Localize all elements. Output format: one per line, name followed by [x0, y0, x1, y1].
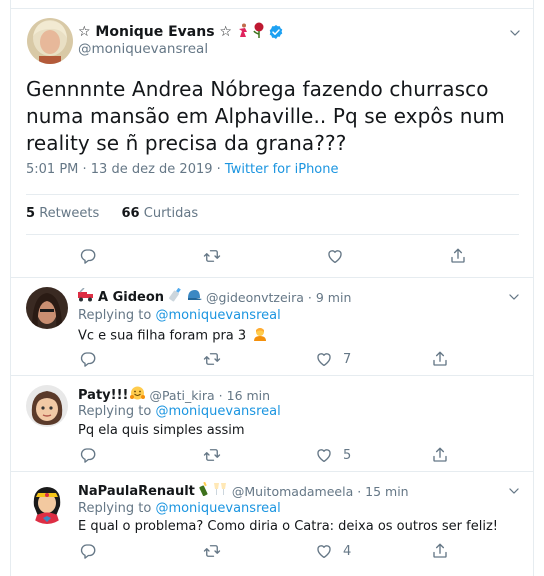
share-icon: [431, 542, 449, 560]
replying-label: Replying to: [78, 308, 152, 323]
retweets-stat[interactable]: 5 Retweets: [26, 206, 99, 221]
author-name-row: ☆ Monique Evans ☆: [78, 22, 284, 42]
reply-tweet: A Gideon @gideonvtzeira · 9 min Replying…: [11, 277, 533, 375]
reply-button[interactable]: [79, 350, 97, 368]
retweet-icon: [203, 350, 221, 368]
reply-button[interactable]: [79, 542, 97, 560]
truck-emoji-icon: [78, 287, 94, 306]
retweet-icon: [203, 247, 221, 265]
reply-text-content: Vc e sua filha foram pra 3: [78, 328, 247, 344]
like-count: 7: [343, 351, 352, 367]
author-name[interactable]: NaPaulaRenault: [78, 484, 195, 499]
share-button[interactable]: [431, 542, 449, 560]
replying-to: Replying to @moniquevansreal: [78, 501, 281, 516]
share-icon: [449, 247, 467, 265]
likes-stat[interactable]: 66 Curtidas: [122, 206, 199, 221]
reply-button[interactable]: [79, 247, 97, 265]
chevron-down-icon[interactable]: [507, 290, 521, 304]
share-button[interactable]: [431, 446, 449, 464]
retweets-label: Retweets: [39, 206, 100, 221]
author-handle[interactable]: @Muitomadameela · 15 min: [232, 484, 409, 499]
author-handle[interactable]: @gideonvtzeira · 9 min: [206, 290, 351, 305]
replying-label: Replying to: [78, 404, 152, 419]
like-icon: [315, 446, 333, 464]
avatar[interactable]: [27, 18, 73, 64]
verified-icon: [268, 24, 284, 40]
reply-icon: [79, 247, 97, 265]
reply-button[interactable]: [79, 446, 97, 464]
retweet-icon: [203, 542, 221, 560]
person-shrugging-emoji-icon: [253, 327, 267, 345]
replying-handle[interactable]: @moniquevansreal: [155, 501, 280, 516]
reply-text: Pq ela quis simples assim: [78, 423, 245, 438]
bottle-emoji-icon: [168, 287, 184, 306]
tweet-meta: 5:01 PM · 13 de dez de 2019 · Twitter fo…: [26, 162, 339, 177]
tweet-stats: 5 Retweets 66 Curtidas: [26, 206, 198, 221]
share-icon: [431, 446, 449, 464]
retweet-icon: [203, 446, 221, 464]
author-name-row: Paty!!! @Pati_kira · 16 min: [78, 386, 270, 404]
rose-emoji-icon: [253, 22, 265, 42]
tweet-timestamp[interactable]: 5:01 PM · 13 de dez de 2019 ·: [26, 162, 225, 177]
replying-handle[interactable]: @moniquevansreal: [155, 308, 280, 323]
retweet-button[interactable]: [203, 350, 221, 368]
dancer-emoji-icon: [236, 23, 250, 42]
reply-tweet: NaPaulaRenault @Muitomadameela · 15 min …: [11, 471, 533, 576]
reply-text: E qual o problema? Como diria o Catra: d…: [78, 519, 498, 534]
retweet-button[interactable]: [203, 247, 221, 265]
author-name[interactable]: A Gideon: [98, 290, 164, 305]
reply-icon: [79, 350, 97, 368]
replying-to: Replying to @moniquevansreal: [78, 308, 281, 323]
replying-to: Replying to @moniquevansreal: [78, 404, 281, 419]
author-handle[interactable]: @moniquevansreal: [78, 41, 208, 57]
like-button[interactable]: [326, 247, 344, 265]
chevron-down-icon[interactable]: [508, 26, 522, 40]
like-icon: [315, 542, 333, 560]
author-name[interactable]: ☆ Monique Evans ☆: [78, 24, 232, 40]
divider: [26, 234, 519, 235]
avatar[interactable]: [26, 482, 68, 524]
reply-tweet: Paty!!! @Pati_kira · 16 min Replying to …: [11, 375, 533, 471]
likes-label: Curtidas: [143, 206, 199, 221]
avatar[interactable]: [26, 385, 68, 427]
tweet-source[interactable]: Twitter for iPhone: [225, 162, 339, 177]
reply-icon: [79, 542, 97, 560]
like-count: 4: [343, 543, 352, 559]
retweets-count: 5: [26, 206, 36, 221]
replying-label: Replying to: [78, 501, 152, 516]
share-button[interactable]: [431, 350, 449, 368]
like-button[interactable]: 5: [315, 446, 351, 464]
reply-icon: [79, 446, 97, 464]
chevron-down-icon[interactable]: [507, 484, 521, 498]
like-count: 5: [343, 447, 352, 463]
like-icon: [326, 247, 344, 265]
like-icon: [315, 350, 333, 368]
avatar[interactable]: [26, 287, 68, 329]
main-tweet: ☆ Monique Evans ☆ @moniquevansreal Gennn…: [11, 9, 533, 277]
champagne-emoji-icon: [197, 481, 211, 500]
like-button[interactable]: 4: [315, 542, 351, 560]
clinking-glasses-emoji-icon: [212, 482, 228, 500]
likes-count: 66: [121, 206, 140, 221]
retweet-button[interactable]: [203, 446, 221, 464]
author-name-row: A Gideon @gideonvtzeira · 9 min: [78, 287, 351, 306]
author-name[interactable]: Paty!!!: [78, 388, 128, 403]
divider: [26, 194, 519, 195]
hugging-face-emoji-icon: [130, 386, 146, 404]
retweet-button[interactable]: [203, 542, 221, 560]
tweet-text: Gennnnte Andrea Nóbrega fazendo churrasc…: [26, 77, 505, 155]
share-button[interactable]: [449, 247, 467, 265]
share-icon: [431, 350, 449, 368]
reply-text: Vc e sua filha foram pra 3: [78, 327, 267, 345]
author-handle[interactable]: @Pati_kira · 16 min: [149, 388, 270, 403]
author-name-row: NaPaulaRenault @Muitomadameela · 15 min: [78, 481, 409, 500]
like-button[interactable]: 7: [315, 350, 351, 368]
cap-emoji-icon: [186, 288, 203, 306]
replying-handle[interactable]: @moniquevansreal: [155, 404, 280, 419]
